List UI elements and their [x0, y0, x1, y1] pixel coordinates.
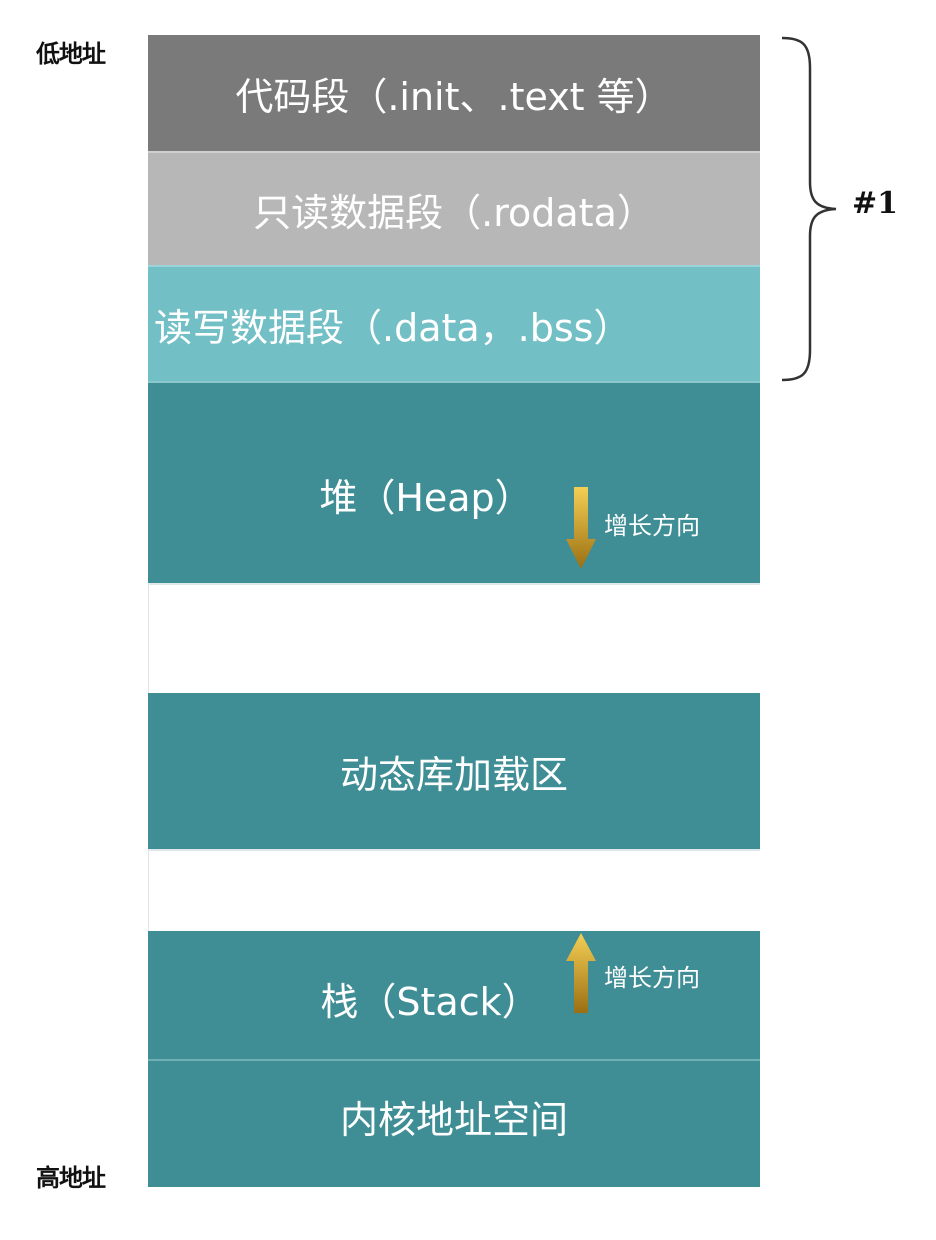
heap-growth-label: 增长方向 [604, 511, 700, 540]
down-arrow-icon [566, 487, 596, 569]
segment-kernel-label: 内核地址空间 [339, 1098, 568, 1142]
up-arrow-icon [566, 933, 596, 1013]
segment-free-gap [148, 583, 760, 693]
segment-dynamic-libraries: 动态库加载区 [148, 693, 760, 849]
segment-code: 代码段（.init、.text 等） [148, 35, 760, 151]
heap-growth-indicator: 增长方向 [566, 487, 700, 569]
segment-rodata: 只读数据段（.rodata） [148, 151, 760, 265]
segment-free-gap [148, 849, 760, 931]
segment-dynamic-libraries-label: 动态库加载区 [339, 752, 568, 797]
high-address-label: 高地址 [36, 1163, 106, 1192]
stack-growth-label: 增长方向 [604, 963, 700, 992]
group-label: #1 [852, 186, 899, 221]
stack-growth-indicator: 增长方向 [566, 933, 700, 1013]
low-address-label: 低地址 [36, 39, 106, 68]
memory-layout: 代码段（.init、.text 等） 只读数据段（.rodata） 读写数据段（… [148, 35, 760, 1187]
segment-rodata-label: 只读数据段（.rodata） [253, 190, 655, 235]
segment-code-label: 代码段（.init、.text 等） [235, 74, 673, 119]
segment-rwdata-label: 读写数据段（.data，.bss） [154, 305, 632, 350]
segment-rwdata: 读写数据段（.data，.bss） [148, 265, 760, 381]
segment-heap-label: 堆（Heap） [319, 476, 533, 520]
segment-stack-label: 栈（Stack） [320, 980, 540, 1024]
group-brace-icon [781, 36, 837, 382]
segment-kernel: 内核地址空间 [148, 1059, 760, 1187]
